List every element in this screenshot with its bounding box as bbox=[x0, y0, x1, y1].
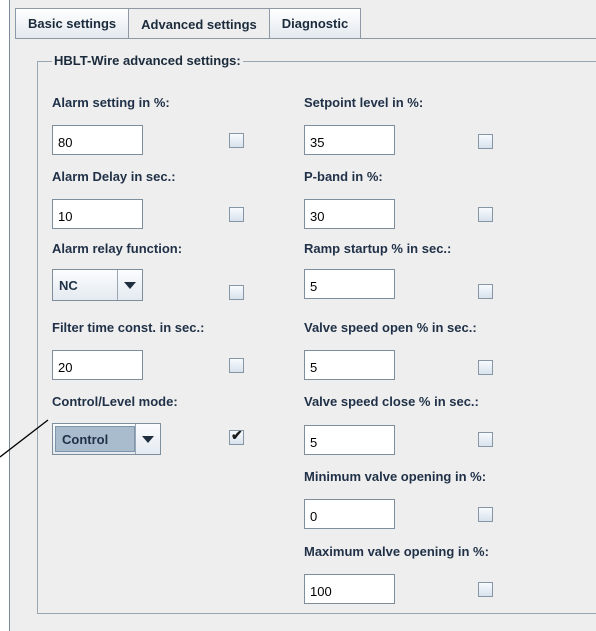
filter-time-const-label: Filter time const. in sec.: bbox=[52, 320, 205, 335]
panel-title: HBLT-Wire advanced settings: bbox=[52, 53, 243, 68]
p-band-label: P-band in %: bbox=[304, 169, 383, 184]
ramp-startup-input[interactable] bbox=[304, 269, 395, 299]
control-mode-dropdown-button[interactable] bbox=[135, 424, 160, 454]
valve-speed-open-input[interactable] bbox=[304, 350, 395, 380]
alarm-relay-function-checkbox[interactable] bbox=[229, 285, 244, 300]
maximum-valve-opening-input[interactable] bbox=[304, 574, 395, 604]
chevron-down-icon bbox=[142, 435, 154, 443]
ramp-startup-checkbox[interactable] bbox=[478, 284, 493, 299]
alarm-setting-input[interactable] bbox=[52, 125, 143, 155]
alarm-relay-function-dropdown[interactable]: NC bbox=[52, 269, 143, 301]
tab-basic-settings[interactable]: Basic settings bbox=[15, 8, 130, 38]
minimum-valve-opening-input[interactable] bbox=[304, 499, 395, 529]
tab-bar: Basic settings Advanced settings Diagnos… bbox=[15, 8, 362, 39]
alarm-relay-function-label: Alarm relay function: bbox=[52, 241, 183, 256]
valve-speed-close-label: Valve speed close % in sec.: bbox=[304, 394, 479, 409]
valve-speed-open-label: Valve speed open % in sec.: bbox=[304, 320, 477, 335]
alarm-relay-dropdown-button[interactable] bbox=[117, 270, 142, 300]
ramp-startup-label: Ramp startup % in sec.: bbox=[304, 241, 452, 256]
setpoint-level-input[interactable] bbox=[304, 125, 395, 155]
tab-content-border bbox=[15, 38, 596, 39]
annotation-pointer-line bbox=[0, 419, 49, 458]
alarm-delay-label: Alarm Delay in sec.: bbox=[52, 169, 176, 184]
alarm-delay-checkbox[interactable] bbox=[229, 207, 244, 222]
maximum-valve-opening-checkbox[interactable] bbox=[478, 582, 493, 597]
control-level-mode-dropdown[interactable]: Control bbox=[52, 423, 161, 455]
valve-speed-close-input[interactable] bbox=[304, 425, 395, 455]
control-level-mode-label: Control/Level mode: bbox=[52, 394, 178, 409]
setpoint-level-label: Setpoint level in %: bbox=[304, 95, 424, 110]
tab-advanced-settings[interactable]: Advanced settings bbox=[128, 8, 270, 39]
alarm-delay-input[interactable] bbox=[52, 199, 143, 229]
alarm-setting-label: Alarm setting in %: bbox=[52, 95, 170, 110]
tab-diagnostic[interactable]: Diagnostic bbox=[268, 8, 362, 38]
minimum-valve-opening-checkbox[interactable] bbox=[478, 507, 493, 522]
filter-time-const-checkbox[interactable] bbox=[229, 358, 244, 373]
p-band-input[interactable] bbox=[304, 199, 395, 229]
filter-time-const-input[interactable] bbox=[52, 350, 143, 380]
control-level-mode-checkbox[interactable]: ✔ bbox=[229, 427, 244, 445]
alarm-setting-checkbox[interactable] bbox=[229, 133, 244, 148]
minimum-valve-opening-label: Minimum valve opening in %: bbox=[304, 469, 487, 484]
valve-speed-close-checkbox[interactable] bbox=[478, 432, 493, 447]
control-level-mode-value: Control bbox=[55, 426, 135, 452]
setpoint-level-checkbox[interactable] bbox=[478, 134, 493, 149]
maximum-valve-opening-label: Maximum valve opening in %: bbox=[304, 544, 489, 559]
checkmark-icon: ✔ bbox=[231, 427, 243, 443]
chevron-down-icon bbox=[124, 281, 136, 289]
alarm-relay-function-value: NC bbox=[59, 277, 78, 293]
valve-speed-open-checkbox[interactable] bbox=[478, 360, 493, 375]
p-band-checkbox[interactable] bbox=[478, 207, 493, 222]
